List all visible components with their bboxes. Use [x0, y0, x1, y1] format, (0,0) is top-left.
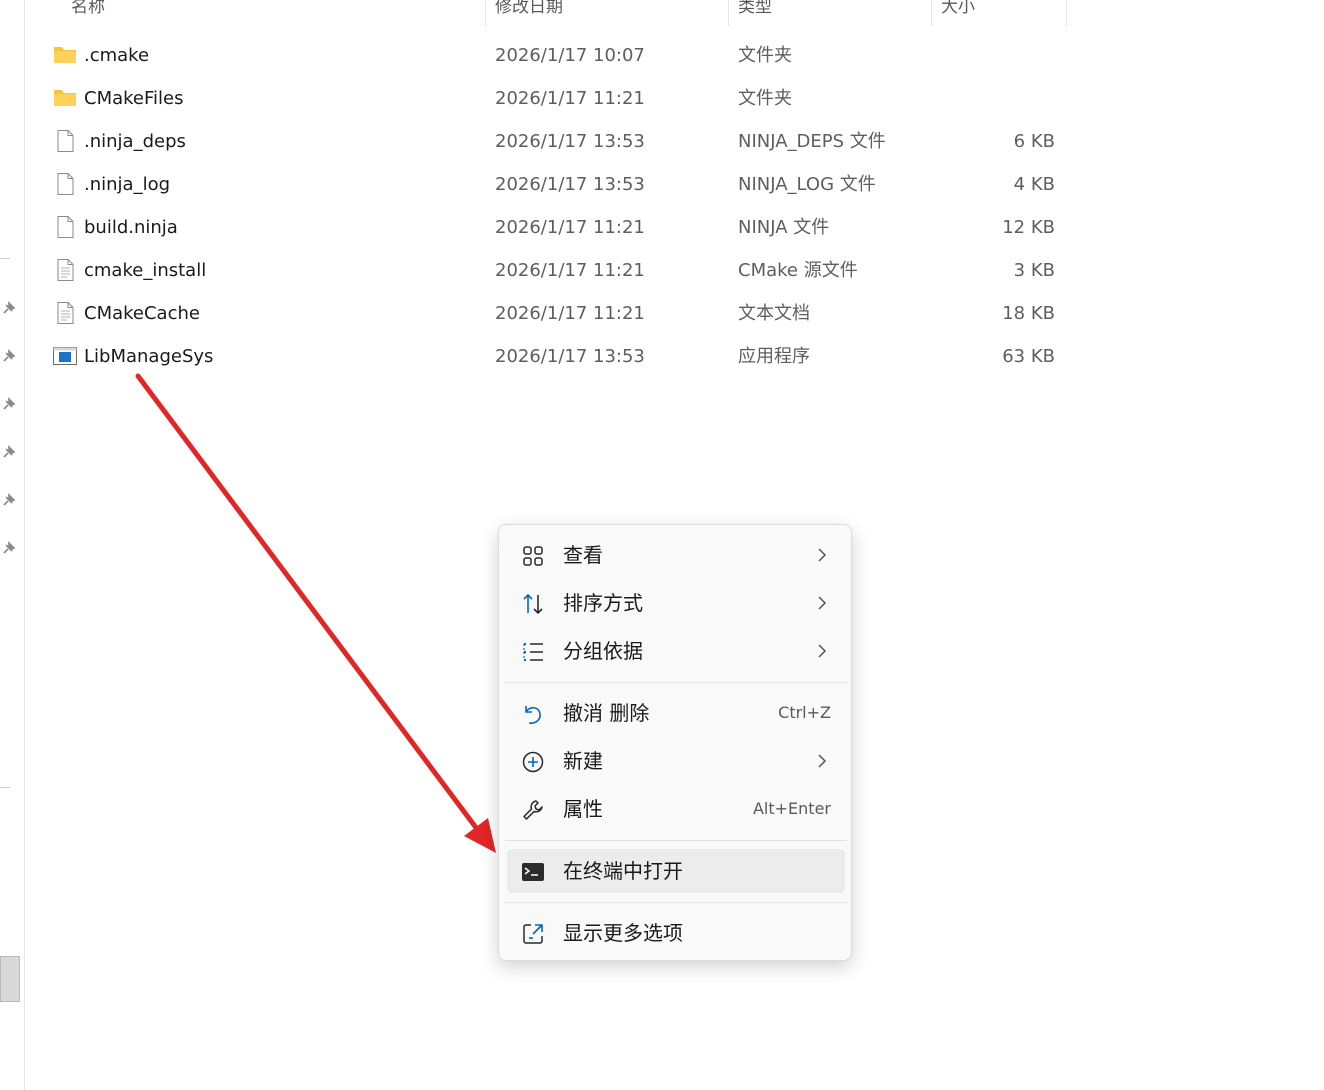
menu-item-sort[interactable]: 排序方式: [507, 581, 845, 625]
menu-item-properties[interactable]: 属性 Alt+Enter: [507, 787, 845, 831]
file-name: build.ninja: [84, 217, 178, 238]
file-row[interactable]: CMakeFiles 2026/1/17 11:21 文件夹: [44, 77, 1068, 120]
wrench-icon: [523, 800, 543, 820]
file-name: .ninja_log: [84, 174, 171, 195]
pin-icon[interactable]: [0, 396, 18, 414]
menu-separator: [505, 902, 847, 903]
file-type: NINJA_LOG 文件: [738, 174, 876, 195]
menu-item-undo-delete[interactable]: 撤消 删除 Ctrl+Z: [507, 691, 845, 735]
file-type: 文件夹: [738, 45, 792, 66]
file-type: CMake 源文件: [738, 260, 858, 281]
context-menu: 查看 排序方式 分组依据 撤消 删除 Ctrl+Z 新建 属性 Alt+Ente…: [498, 524, 852, 961]
file-size: 18 KB: [1002, 303, 1055, 324]
nav-divider: [0, 787, 10, 788]
menu-item-label: 显示更多选项: [563, 921, 683, 945]
nav-scrollbar-thumb[interactable]: [0, 956, 20, 1002]
pin-icon[interactable]: [0, 444, 18, 462]
file-type: 应用程序: [738, 346, 810, 367]
shortcut-label: Ctrl+Z: [778, 703, 831, 722]
pin-icon[interactable]: [0, 300, 18, 318]
column-divider[interactable]: [931, 0, 932, 26]
terminal-icon: [522, 863, 544, 881]
file-date: 2026/1/17 11:21: [495, 88, 645, 109]
file-date: 2026/1/17 11:21: [495, 260, 645, 281]
file-size: 6 KB: [1013, 131, 1055, 152]
file-date: 2026/1/17 10:07: [495, 45, 645, 66]
chevron-right-icon: [818, 596, 827, 610]
file-row[interactable]: .ninja_log 2026/1/17 13:53 NINJA_LOG 文件 …: [44, 163, 1068, 206]
file-icon: [57, 216, 74, 238]
file-name: CMakeCache: [84, 303, 200, 324]
folder-icon: [54, 90, 76, 106]
pin-icon[interactable]: [0, 492, 18, 510]
menu-item-label: 在终端中打开: [563, 859, 683, 883]
file-row[interactable]: cmake_install 2026/1/17 11:21 CMake 源文件 …: [44, 249, 1068, 292]
file-type: 文件夹: [738, 88, 792, 109]
file-date: 2026/1/17 11:21: [495, 217, 645, 238]
file-name: cmake_install: [84, 260, 207, 281]
column-size-header[interactable]: 大小: [941, 0, 975, 17]
file-size: 12 KB: [1002, 217, 1055, 238]
file-date: 2026/1/17 11:21: [495, 303, 645, 324]
file-row[interactable]: build.ninja 2026/1/17 11:21 NINJA 文件 12 …: [44, 206, 1068, 249]
file-icon: [57, 173, 74, 195]
chevron-right-icon: [818, 644, 827, 658]
sort-icon: [523, 593, 543, 615]
grid-view-icon: [523, 546, 543, 566]
open-external-icon: [523, 924, 543, 944]
column-divider[interactable]: [728, 0, 729, 26]
column-divider[interactable]: [485, 0, 486, 26]
menu-item-label: 查看: [563, 543, 603, 567]
file-row[interactable]: CMakeCache 2026/1/17 11:21 文本文档 18 KB: [44, 292, 1068, 335]
file-type: NINJA_DEPS 文件: [738, 131, 886, 152]
menu-separator: [505, 682, 847, 683]
menu-item-open-in-terminal[interactable]: 在终端中打开: [507, 849, 845, 893]
chevron-right-icon: [818, 548, 827, 562]
file-name: CMakeFiles: [84, 88, 184, 109]
file-name: .cmake: [84, 45, 150, 66]
column-type-header[interactable]: 类型: [738, 0, 772, 17]
menu-item-show-more-options[interactable]: 显示更多选项: [507, 911, 845, 955]
menu-item-new[interactable]: 新建: [507, 739, 845, 783]
column-header: 名称 修改日期 类型 大小: [25, 0, 1070, 28]
file-size: 3 KB: [1013, 260, 1055, 281]
menu-item-view[interactable]: 查看: [507, 533, 845, 577]
file-size: 4 KB: [1013, 174, 1055, 195]
menu-separator: [505, 840, 847, 841]
file-row[interactable]: .ninja_deps 2026/1/17 13:53 NINJA_DEPS 文…: [44, 120, 1068, 163]
column-divider[interactable]: [1066, 0, 1067, 26]
navigation-pane-edge: [0, 0, 25, 1090]
file-row[interactable]: LibManageSys 2026/1/17 13:53 应用程序 63 KB: [44, 335, 1068, 378]
file-date: 2026/1/17 13:53: [495, 346, 645, 367]
column-name-header[interactable]: 名称: [71, 0, 105, 17]
file-type: NINJA 文件: [738, 217, 830, 238]
file-name: LibManageSys: [84, 346, 214, 367]
file-date: 2026/1/17 13:53: [495, 174, 645, 195]
menu-item-label: 属性: [563, 797, 603, 821]
menu-item-group[interactable]: 分组依据: [507, 629, 845, 673]
menu-item-label: 排序方式: [563, 591, 643, 615]
pin-icon[interactable]: [0, 540, 18, 558]
pin-icon[interactable]: [0, 348, 18, 366]
file-type: 文本文档: [738, 303, 810, 324]
folder-icon: [54, 47, 76, 63]
file-size: 63 KB: [1002, 346, 1055, 367]
file-icon: [57, 130, 74, 152]
menu-item-label: 分组依据: [563, 639, 643, 663]
text-file-icon: [57, 302, 74, 324]
text-file-icon: [57, 259, 74, 281]
chevron-right-icon: [818, 754, 827, 768]
file-row[interactable]: .cmake 2026/1/17 10:07 文件夹: [44, 34, 1068, 77]
group-list-icon: [523, 643, 543, 661]
file-date: 2026/1/17 13:53: [495, 131, 645, 152]
add-circle-icon: [522, 751, 544, 773]
nav-divider: [0, 258, 10, 259]
menu-item-label: 撤消 删除: [563, 701, 650, 725]
column-date-header[interactable]: 修改日期: [495, 0, 563, 17]
shortcut-label: Alt+Enter: [752, 799, 831, 818]
file-name: .ninja_deps: [84, 131, 186, 152]
undo-icon: [525, 706, 541, 724]
app-icon: [53, 347, 77, 365]
menu-item-label: 新建: [563, 749, 603, 773]
